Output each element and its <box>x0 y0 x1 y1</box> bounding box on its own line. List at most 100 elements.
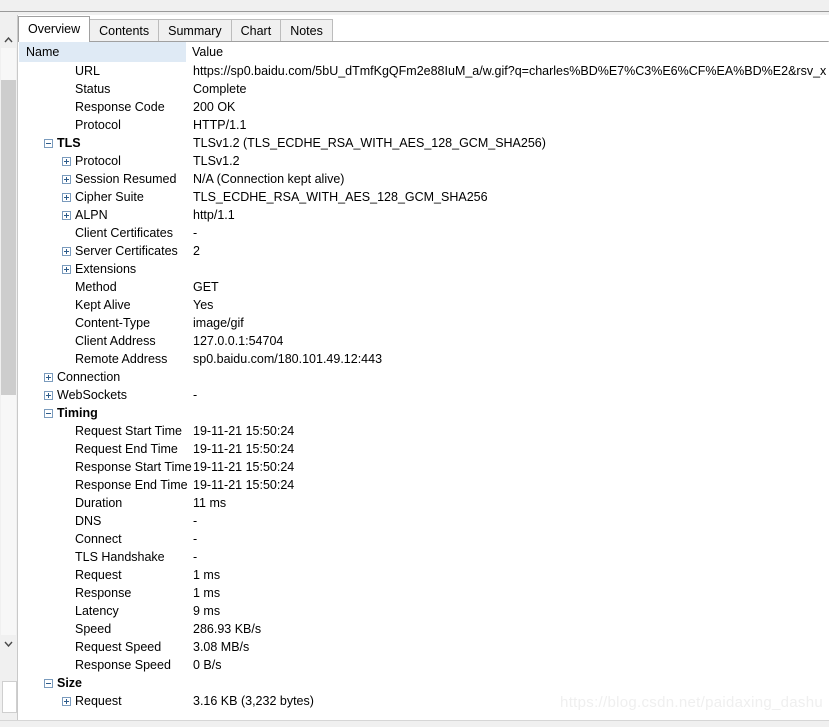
row-name-cell: Kept Alive <box>19 296 193 314</box>
row-name-cell: Protocol <box>19 152 193 170</box>
outer-vertical-scrollbar[interactable] <box>0 15 18 721</box>
table-row[interactable]: Request Speed 3.08 MB/s <box>19 638 828 656</box>
row-value-cell: 3.16 KB (3,232 bytes) <box>193 694 314 708</box>
row-name-cell: DNS <box>19 512 193 530</box>
row-value-cell: HTTP/1.1 <box>193 118 247 132</box>
scroll-down-button[interactable] <box>1 635 16 652</box>
scroll-up-button[interactable] <box>1 31 16 48</box>
table-row[interactable]: Request Start Time 19-11-21 15:50:24 <box>19 422 828 440</box>
table-row[interactable]: Response Start Time 19-11-21 15:50:24 <box>19 458 828 476</box>
table-row[interactable]: Client Address 127.0.0.1:54704 <box>19 332 828 350</box>
table-row[interactable]: Timing <box>19 404 828 422</box>
row-value-cell: https://sp0.baidu.com/5bU_dTmfKgQFm2e88I… <box>193 64 827 78</box>
row-name-cell: ALPN <box>19 206 193 224</box>
row-name-label: Duration <box>75 496 123 510</box>
row-name-cell: Timing <box>19 404 193 422</box>
table-row[interactable]: Connection <box>19 368 828 386</box>
expand-icon[interactable] <box>62 247 71 256</box>
table-row[interactable]: Response Code 200 OK <box>19 98 828 116</box>
table-row[interactable]: Remote Address sp0.baidu.com/180.101.49.1… <box>19 350 828 368</box>
row-value-cell: 200 OK <box>193 100 236 114</box>
table-row[interactable]: Response End Time 19-11-21 15:50:24 <box>19 476 828 494</box>
tab-overview[interactable]: Overview <box>18 16 91 42</box>
row-name-label: Session Resumed <box>75 172 177 186</box>
collapse-icon[interactable] <box>44 679 53 688</box>
row-name-cell: Session Resumed <box>19 170 193 188</box>
scroll-thumb[interactable] <box>1 80 16 395</box>
table-row[interactable]: Request End Time 19-11-21 15:50:24 <box>19 440 828 458</box>
row-value-cell <box>193 674 828 692</box>
row-name-label: DNS <box>75 514 102 528</box>
expand-icon[interactable] <box>62 211 71 220</box>
tab-chart[interactable]: Chart <box>230 19 282 42</box>
expand-icon[interactable] <box>62 175 71 184</box>
table-row[interactable]: Status Complete <box>19 80 828 98</box>
table-row[interactable]: Client Certificates - <box>19 224 828 242</box>
row-name-cell: Response End Time <box>19 476 193 494</box>
row-name-label: Connection <box>57 370 121 384</box>
column-header-name[interactable]: Name <box>19 42 186 62</box>
table-row[interactable]: Speed 286.93 KB/s <box>19 620 828 638</box>
row-name-label: ALPN <box>75 208 108 222</box>
row-name-label: Request <box>75 694 122 708</box>
tab-notes[interactable]: Notes <box>280 19 333 42</box>
row-value-cell: 1 ms <box>193 568 221 582</box>
row-value-cell: 2 <box>193 244 200 258</box>
row-name-cell: TLS Handshake <box>19 548 193 566</box>
row-name-cell: Request End Time <box>19 440 193 458</box>
row-name-label: Status <box>75 82 111 96</box>
row-name-cell: Duration <box>19 494 193 512</box>
row-name-label: TLS <box>57 136 81 150</box>
row-value-cell: 1 ms <box>193 586 221 600</box>
table-row[interactable]: Response Speed 0 B/s <box>19 656 828 674</box>
tab-summary[interactable]: Summary <box>158 19 232 42</box>
window-bottom-edge <box>0 720 829 727</box>
table-row[interactable]: Protocol TLSv1.2 <box>19 152 828 170</box>
row-name-label: Connect <box>75 532 122 546</box>
table-row[interactable]: Kept Alive Yes <box>19 296 828 314</box>
table-row[interactable]: Request 3.16 KB (3,232 bytes) <box>19 692 828 710</box>
table-row[interactable]: Connect - <box>19 530 828 548</box>
collapse-icon[interactable] <box>44 409 53 418</box>
table-body: URL https://sp0.baidu.com/5bU_dTmfKgQFm2e… <box>19 62 828 710</box>
table-row[interactable]: URL https://sp0.baidu.com/5bU_dTmfKgQFm2e… <box>19 62 828 80</box>
row-name-cell: URL <box>19 62 193 80</box>
table-row[interactable]: Latency 9 ms <box>19 602 828 620</box>
expand-icon[interactable] <box>62 157 71 166</box>
table-row[interactable]: WebSockets - <box>19 386 828 404</box>
row-name-label: Size <box>57 676 83 690</box>
row-name-label: Protocol <box>75 154 121 168</box>
expand-icon[interactable] <box>62 265 71 274</box>
table-row[interactable]: Request 1 ms <box>19 566 828 584</box>
tab-contents[interactable]: Contents <box>89 19 160 42</box>
table-row[interactable]: Content-Type image/gif <box>19 314 828 332</box>
row-value-cell: 0 B/s <box>193 658 222 672</box>
collapse-icon[interactable] <box>44 139 53 148</box>
table-row[interactable]: Response 1 ms <box>19 584 828 602</box>
row-value-cell: Yes <box>193 298 214 312</box>
table-row[interactable]: Server Certificates 2 <box>19 242 828 260</box>
table-row[interactable]: Size <box>19 674 828 692</box>
row-value-cell: - <box>193 532 198 546</box>
row-name-cell: Client Address <box>19 332 193 350</box>
table-row[interactable]: ALPN http/1.1 <box>19 206 828 224</box>
row-value-cell <box>193 368 828 386</box>
table-row[interactable]: DNS - <box>19 512 828 530</box>
table-row[interactable]: Duration 11 ms <box>19 494 828 512</box>
row-name-cell: Size <box>19 674 193 692</box>
column-header-value[interactable]: Value <box>186 42 828 62</box>
table-row[interactable]: TLS TLSv1.2 (TLS_ECDHE_RSA_WITH_AES_128_G… <box>19 134 828 152</box>
table-row[interactable]: Protocol HTTP/1.1 <box>19 116 828 134</box>
expand-icon[interactable] <box>62 697 71 706</box>
expand-icon[interactable] <box>44 373 53 382</box>
expand-icon[interactable] <box>62 193 71 202</box>
table-row[interactable]: Extensions <box>19 260 828 278</box>
table-row[interactable]: Cipher Suite TLS_ECDHE_RSA_WITH_AES_128_G… <box>19 188 828 206</box>
table-row[interactable]: Session Resumed N/A (Connection kept aliv… <box>19 170 828 188</box>
expand-icon[interactable] <box>44 391 53 400</box>
tab-overview-label: Overview <box>28 22 81 36</box>
table-row[interactable]: Method GET <box>19 278 828 296</box>
row-name-label: Client Certificates <box>75 226 173 240</box>
tab-summary-label: Summary <box>168 24 222 38</box>
table-row[interactable]: TLS Handshake - <box>19 548 828 566</box>
